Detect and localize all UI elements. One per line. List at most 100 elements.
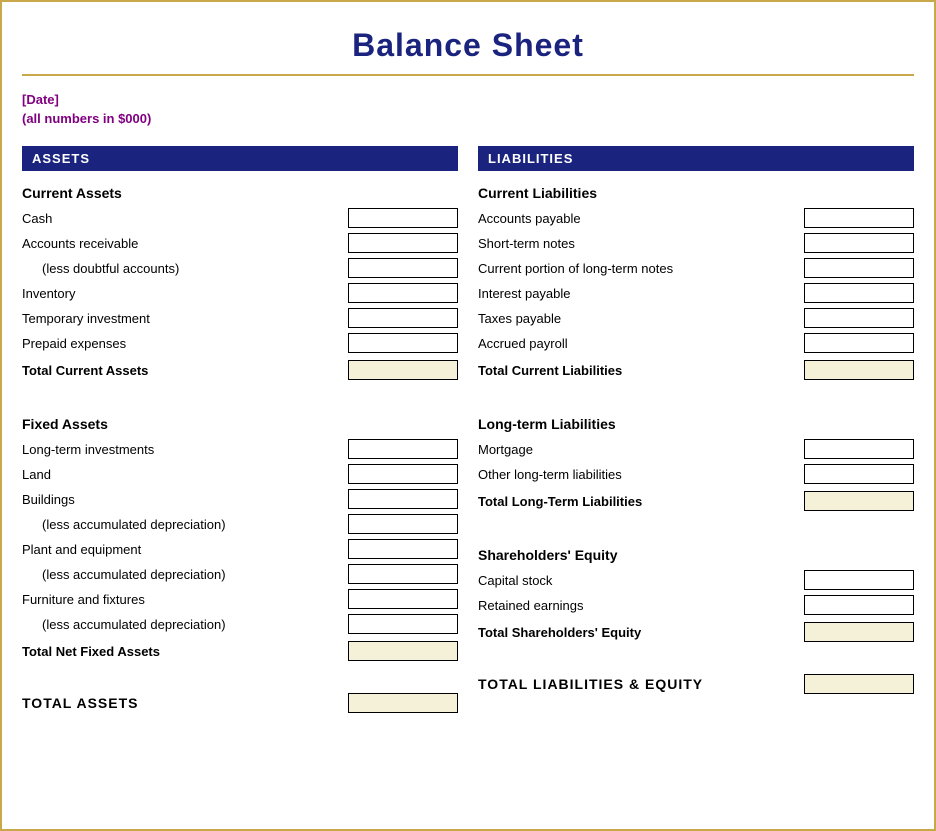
list-item: Prepaid expenses <box>22 332 458 354</box>
less-accum-dep-3-input[interactable] <box>348 614 458 634</box>
less-accum-dep-2-label: (less accumulated depreciation) <box>22 567 348 582</box>
inventory-input[interactable] <box>348 283 458 303</box>
list-item: Current portion of long-term notes <box>478 257 914 279</box>
total-assets-label: TOTAL ASSETS <box>22 695 139 711</box>
list-item: Long-term investments <box>22 438 458 460</box>
capital-stock-label: Capital stock <box>478 573 804 588</box>
accrued-payroll-input[interactable] <box>804 333 914 353</box>
retained-earnings-input[interactable] <box>804 595 914 615</box>
land-label: Land <box>22 467 348 482</box>
plant-equipment-input[interactable] <box>348 539 458 559</box>
list-item: (less accumulated depreciation) <box>22 513 458 535</box>
equity-title: Shareholders' Equity <box>478 547 914 563</box>
cash-input[interactable] <box>348 208 458 228</box>
total-fixed-assets-row: Total Net Fixed Assets <box>22 639 458 663</box>
list-item: Short-term notes <box>478 232 914 254</box>
list-item: Interest payable <box>478 282 914 304</box>
list-item: Taxes payable <box>478 307 914 329</box>
total-liabilities-equity-input[interactable] <box>804 674 914 694</box>
liabilities-header: LIABILITIES <box>478 146 914 171</box>
list-item: Mortgage <box>478 438 914 460</box>
prepaid-expenses-label: Prepaid expenses <box>22 336 348 351</box>
main-content: ASSETS Current Assets Cash Accounts rece… <box>22 146 914 713</box>
plant-equipment-label: Plant and equipment <box>22 542 348 557</box>
less-accum-dep-1-input[interactable] <box>348 514 458 534</box>
list-item: Buildings <box>22 488 458 510</box>
furniture-fixtures-input[interactable] <box>348 589 458 609</box>
total-longterm-row: Total Long-Term Liabilities <box>478 489 914 513</box>
mortgage-label: Mortgage <box>478 442 804 457</box>
list-item: Other long-term liabilities <box>478 463 914 485</box>
prepaid-expenses-input[interactable] <box>348 333 458 353</box>
taxes-payable-label: Taxes payable <box>478 311 804 326</box>
list-item: (less doubtful accounts) <box>22 257 458 279</box>
long-term-investments-input[interactable] <box>348 439 458 459</box>
total-longterm-input[interactable] <box>804 491 914 511</box>
list-item: Accounts receivable <box>22 232 458 254</box>
total-liabilities-equity-label: TOTAL LIABILITIES & EQUITY <box>478 676 703 692</box>
land-input[interactable] <box>348 464 458 484</box>
interest-payable-input[interactable] <box>804 283 914 303</box>
total-assets-input[interactable] <box>348 693 458 713</box>
less-doubtful-input[interactable] <box>348 258 458 278</box>
capital-stock-input[interactable] <box>804 570 914 590</box>
liabilities-column: LIABILITIES Current Liabilities Accounts… <box>478 146 914 713</box>
list-item: Land <box>22 463 458 485</box>
temporary-investment-input[interactable] <box>348 308 458 328</box>
short-term-notes-label: Short-term notes <box>478 236 804 251</box>
other-longterm-input[interactable] <box>804 464 914 484</box>
temporary-investment-label: Temporary investment <box>22 311 348 326</box>
title-section: Balance Sheet <box>22 12 914 76</box>
assets-column: ASSETS Current Assets Cash Accounts rece… <box>22 146 458 713</box>
current-portion-label: Current portion of long-term notes <box>478 261 804 276</box>
fixed-assets-title: Fixed Assets <box>22 416 458 432</box>
cash-label: Cash <box>22 211 348 226</box>
list-item: Accrued payroll <box>478 332 914 354</box>
list-item: Accounts payable <box>478 207 914 229</box>
list-item: Furniture and fixtures <box>22 588 458 610</box>
less-doubtful-label: (less doubtful accounts) <box>22 261 348 276</box>
mortgage-input[interactable] <box>804 439 914 459</box>
list-item: (less accumulated depreciation) <box>22 563 458 585</box>
list-item: Inventory <box>22 282 458 304</box>
total-equity-label: Total Shareholders' Equity <box>478 625 804 640</box>
total-fixed-assets-input[interactable] <box>348 641 458 661</box>
longterm-liabilities-title: Long-term Liabilities <box>478 416 914 432</box>
list-item: Cash <box>22 207 458 229</box>
buildings-input[interactable] <box>348 489 458 509</box>
retained-earnings-label: Retained earnings <box>478 598 804 613</box>
total-current-liabilities-input[interactable] <box>804 360 914 380</box>
less-accum-dep-3-label: (less accumulated depreciation) <box>22 617 348 632</box>
interest-payable-label: Interest payable <box>478 286 804 301</box>
numbers-note: (all numbers in $000) <box>22 111 914 126</box>
accounts-payable-input[interactable] <box>804 208 914 228</box>
list-item: Temporary investment <box>22 307 458 329</box>
current-portion-input[interactable] <box>804 258 914 278</box>
taxes-payable-input[interactable] <box>804 308 914 328</box>
total-current-liabilities-row: Total Current Liabilities <box>478 358 914 382</box>
total-current-assets-row: Total Current Assets <box>22 358 458 382</box>
assets-header: ASSETS <box>22 146 458 171</box>
total-current-assets-label: Total Current Assets <box>22 363 348 378</box>
total-current-liabilities-label: Total Current Liabilities <box>478 363 804 378</box>
page-title: Balance Sheet <box>22 27 914 64</box>
other-longterm-label: Other long-term liabilities <box>478 467 804 482</box>
total-current-assets-input[interactable] <box>348 360 458 380</box>
accrued-payroll-label: Accrued payroll <box>478 336 804 351</box>
current-liabilities-title: Current Liabilities <box>478 185 914 201</box>
buildings-label: Buildings <box>22 492 348 507</box>
less-accum-dep-2-input[interactable] <box>348 564 458 584</box>
date-label: [Date] <box>22 86 914 111</box>
inventory-label: Inventory <box>22 286 348 301</box>
total-equity-input[interactable] <box>804 622 914 642</box>
page-container: Balance Sheet [Date] (all numbers in $00… <box>2 2 934 733</box>
list-item: Retained earnings <box>478 594 914 616</box>
short-term-notes-input[interactable] <box>804 233 914 253</box>
furniture-fixtures-label: Furniture and fixtures <box>22 592 348 607</box>
total-longterm-label: Total Long-Term Liabilities <box>478 494 804 509</box>
total-liabilities-equity-row: TOTAL LIABILITIES & EQUITY <box>478 664 914 694</box>
less-accum-dep-1-label: (less accumulated depreciation) <box>22 517 348 532</box>
accounts-receivable-label: Accounts receivable <box>22 236 348 251</box>
long-term-investments-label: Long-term investments <box>22 442 348 457</box>
accounts-receivable-input[interactable] <box>348 233 458 253</box>
